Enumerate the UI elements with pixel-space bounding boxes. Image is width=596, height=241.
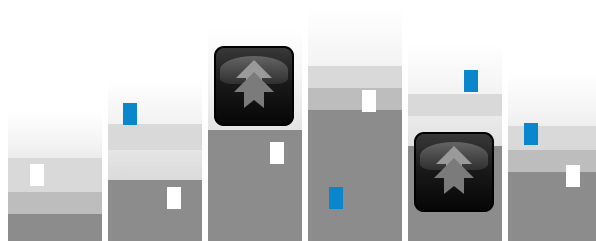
column-3[interactable] <box>208 28 302 241</box>
band <box>308 66 402 88</box>
band <box>8 192 102 214</box>
band <box>108 124 202 150</box>
white-block[interactable] <box>30 164 44 186</box>
column-6[interactable] <box>508 72 596 241</box>
band <box>508 172 596 241</box>
band <box>408 94 502 116</box>
double-up-arrow-icon <box>434 146 474 194</box>
band <box>308 88 402 110</box>
band <box>108 180 202 241</box>
column-4[interactable] <box>308 8 402 241</box>
upgrade-tile[interactable] <box>414 132 494 212</box>
blue-block[interactable] <box>464 70 478 92</box>
blue-block[interactable] <box>524 123 538 145</box>
blue-block[interactable] <box>329 187 343 209</box>
blue-block[interactable] <box>123 103 137 125</box>
band <box>8 214 102 241</box>
band <box>508 126 596 150</box>
band <box>508 150 596 172</box>
band <box>8 158 102 192</box>
upgrade-tile[interactable] <box>214 46 294 126</box>
white-block[interactable] <box>362 90 376 112</box>
band <box>208 130 302 241</box>
game-board <box>0 0 596 241</box>
band <box>308 110 402 241</box>
column-1[interactable] <box>8 112 102 241</box>
double-up-arrow-icon <box>234 60 274 108</box>
white-block[interactable] <box>566 165 580 187</box>
column-2[interactable] <box>108 80 202 241</box>
white-block[interactable] <box>270 142 284 164</box>
column-5[interactable] <box>408 44 502 241</box>
white-block[interactable] <box>167 187 181 209</box>
